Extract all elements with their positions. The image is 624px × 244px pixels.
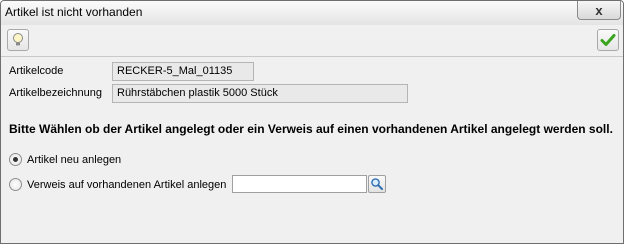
window-title: Artikel ist nicht vorhanden: [5, 5, 143, 19]
choice-question: Bitte Wählen ob der Artikel angelegt ode…: [9, 122, 613, 136]
reference-article-input[interactable]: [232, 175, 367, 193]
article-code-field: RECKER-5_Mal_01135: [112, 62, 254, 81]
option-new-label[interactable]: Artikel neu anlegen: [27, 154, 121, 166]
title-bar: Artikel ist nicht vorhanden x: [1, 1, 623, 25]
radio-selected-dot: [13, 157, 18, 162]
article-code-label: Artikelcode: [9, 65, 64, 77]
option-new-radio[interactable]: [9, 153, 22, 166]
lightbulb-icon: [13, 33, 23, 46]
dialog-window: Artikel ist nicht vorhanden x Artikelcod…: [0, 0, 624, 244]
confirm-button[interactable]: [597, 29, 619, 51]
search-icon: [371, 178, 383, 190]
article-description-field: Rührstäbchen plastik 5000 Stück: [112, 84, 408, 103]
option-reference-label[interactable]: Verweis auf vorhandenen Artikel anlegen: [27, 179, 226, 191]
close-button[interactable]: x: [577, 1, 621, 20]
checkmark-icon: [600, 34, 616, 46]
toolbar: [1, 25, 623, 57]
article-description-label: Artikelbezeichnung: [9, 87, 102, 99]
info-button[interactable]: [7, 29, 29, 51]
search-button[interactable]: [368, 175, 386, 193]
option-reference-radio[interactable]: [9, 178, 22, 191]
close-icon: x: [595, 2, 603, 18]
